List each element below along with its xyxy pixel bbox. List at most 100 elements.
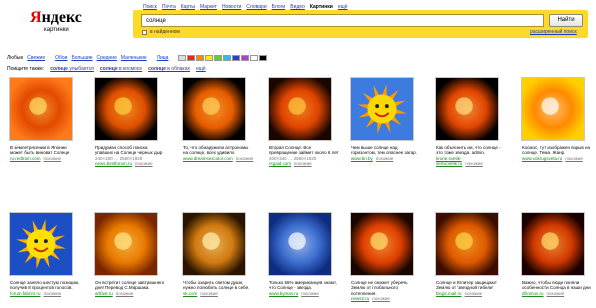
nav-item[interactable]: Новости <box>222 4 241 10</box>
result-similar-link[interactable]: похожие <box>547 291 565 296</box>
advanced-search-link[interactable]: расширенный поиск <box>530 29 577 35</box>
result-title[interactable]: Только 55% американцев знают, что Солнце… <box>269 280 339 291</box>
result-thumbnail[interactable] <box>350 77 414 141</box>
result-site-link[interactable]: vk.com <box>183 291 197 296</box>
result-similar-link[interactable]: похожие <box>116 291 134 296</box>
color-swatch[interactable] <box>187 55 196 61</box>
result-title[interactable]: Солнце и Юпитер защищают Землю от 'звезд… <box>436 280 506 291</box>
related-link-clouds[interactable]: солнце в облаках <box>148 66 190 72</box>
result-site-link[interactable]: ru.redtram.com <box>10 156 41 161</box>
filter-small[interactable]: Маленькие <box>121 55 147 61</box>
result-site-link[interactable]: forum.fabrirs.ru <box>10 291 41 296</box>
related-link-more[interactable]: ещё <box>196 66 206 72</box>
result-title[interactable]: Солнце заняло шестую позицию, получив 8 … <box>10 280 80 291</box>
result-title[interactable]: Чтобы озарить светом души, нужно полюбит… <box>183 280 253 291</box>
result-thumbnail[interactable] <box>94 77 158 141</box>
nav-item[interactable]: Маркет <box>200 4 217 10</box>
result-title[interactable]: Придуман способ поиска упавших на Солнце… <box>95 145 165 156</box>
nav-item[interactable]: Карты <box>181 4 195 10</box>
result-similar-link[interactable]: похожие <box>200 291 218 296</box>
search-button[interactable]: Найти <box>549 14 583 27</box>
filter-faces[interactable]: Лица <box>157 55 169 61</box>
related-link-smiles[interactable]: солнце улыбается <box>50 66 94 72</box>
filter-large[interactable]: Большие <box>71 55 92 61</box>
yandex-logo[interactable]: Яндекс картинки <box>30 10 92 34</box>
color-swatch[interactable] <box>241 55 250 61</box>
result-thumbnail[interactable] <box>350 212 414 276</box>
nav-item[interactable]: Словари <box>246 4 266 10</box>
result-similar-link[interactable]: похожие <box>236 156 254 161</box>
nav-item[interactable]: Видео <box>290 4 305 10</box>
result-thumbnail[interactable] <box>435 212 499 276</box>
nav-item[interactable]: Поиск <box>143 4 157 10</box>
cartoon-sun-icon <box>351 78 413 140</box>
filter-fresh[interactable]: Свежие <box>27 55 45 61</box>
nav-item[interactable]: Картинки <box>310 4 333 10</box>
result-similar-link[interactable]: похожие <box>301 291 319 296</box>
result-title[interactable]: Космос, тут изображен взрыв на солнце. Т… <box>522 145 592 156</box>
sun-photo-icon <box>436 78 498 140</box>
result-title[interactable]: В землетрясении в Японии может быть вино… <box>10 145 80 156</box>
result-title[interactable]: То, что обнаружили астрономы на солнце, … <box>183 145 253 156</box>
color-swatch[interactable] <box>223 55 232 61</box>
result-links: artfast.ru похожие <box>95 291 165 296</box>
result-thumbnail[interactable] <box>435 77 499 141</box>
result-site-link[interactable]: dfromox.ru <box>522 291 544 296</box>
color-swatch[interactable] <box>178 55 187 61</box>
result-thumbnail[interactable] <box>94 212 158 276</box>
result-thumbnail[interactable] <box>9 77 73 141</box>
result-site-link[interactable]: artfast.ru <box>95 291 113 296</box>
filter-medium[interactable]: Средние <box>97 55 117 61</box>
result-title[interactable]: Он встретит солнце завтрашнего дня! Пере… <box>95 280 165 291</box>
color-swatch[interactable] <box>196 55 205 61</box>
color-swatch[interactable] <box>250 55 259 61</box>
result-similar-link[interactable]: похожие <box>465 291 483 296</box>
result-title[interactable]: Как объяснить ии, что солнце - это тоже … <box>436 145 506 156</box>
filter-any-label[interactable]: Любые <box>7 55 23 61</box>
related-link-space[interactable]: солнце в космосе <box>100 66 142 72</box>
color-swatch[interactable] <box>214 55 223 61</box>
result-site-link[interactable]: www.vokrugsveta.ru <box>522 156 562 161</box>
result-similar-link[interactable]: похожие <box>376 156 394 161</box>
search-input[interactable]: солнце <box>141 14 544 27</box>
result-site-link[interactable]: www.dreamsexcolor.com <box>183 156 233 161</box>
result-site-link[interactable]: blogs.mail.ru <box>436 291 462 296</box>
color-swatch[interactable] <box>205 55 214 61</box>
result-site-link[interactable]: news2.ru <box>351 296 369 301</box>
result-thumbnail[interactable] <box>9 212 73 276</box>
nav-item[interactable]: Блоги <box>272 4 286 10</box>
color-swatch[interactable] <box>259 55 268 61</box>
result-title[interactable]: Чем выше солнце над горизонтом, тем опас… <box>351 145 421 156</box>
filter-wallpaper[interactable]: Обои <box>55 55 67 61</box>
color-swatch[interactable] <box>232 55 241 61</box>
result-similar-link[interactable]: похожие <box>465 161 483 166</box>
result-thumbnail[interactable] <box>521 77 585 141</box>
result-similar-link[interactable]: похожие <box>135 161 153 166</box>
result-similar-link[interactable]: похожие <box>565 156 583 161</box>
search-in-found-checkbox[interactable] <box>142 30 147 35</box>
result-thumbnail[interactable] <box>182 212 246 276</box>
result-thumbnail[interactable] <box>268 77 332 141</box>
result-thumbnail[interactable] <box>521 212 585 276</box>
result-site-link[interactable]: news.bestforum.ru <box>95 161 132 166</box>
result-site-link[interactable]: www.bri.by <box>351 156 373 161</box>
result-title[interactable]: Вторая Солнце: Все превращение займет ок… <box>269 145 339 156</box>
result-site-link[interactable]: www.bymas.ru <box>269 291 298 296</box>
nav-item[interactable]: ещё <box>338 4 348 10</box>
result-similar-link[interactable]: похожие <box>44 291 62 296</box>
filter-bar: Любые Свежие Обои Большие Средние Малень… <box>7 55 268 61</box>
result-similar-link[interactable]: похожие <box>372 296 390 301</box>
result-similar-link[interactable]: похожие <box>294 161 312 166</box>
sun-photo-icon <box>269 213 331 275</box>
nav-item[interactable]: Почта <box>162 4 176 10</box>
sun-photo-icon <box>183 213 245 275</box>
result-site-link[interactable]: krone.svetik-semicvetik.ru <box>436 156 462 166</box>
result-site-link[interactable]: rsgaid.com <box>269 161 291 166</box>
result-links: vk.com похожие <box>183 291 253 296</box>
result-similar-link[interactable]: похожие <box>44 156 62 161</box>
result-thumbnail[interactable] <box>268 212 332 276</box>
result-title[interactable]: Важно, чтобы люди поняли особенности Сол… <box>522 280 592 291</box>
result-title[interactable]: Солнце не сможет уберечь Землю от глобал… <box>351 280 421 296</box>
result-links: ru.redtram.com похожие <box>10 156 80 161</box>
result-thumbnail[interactable] <box>182 77 246 141</box>
